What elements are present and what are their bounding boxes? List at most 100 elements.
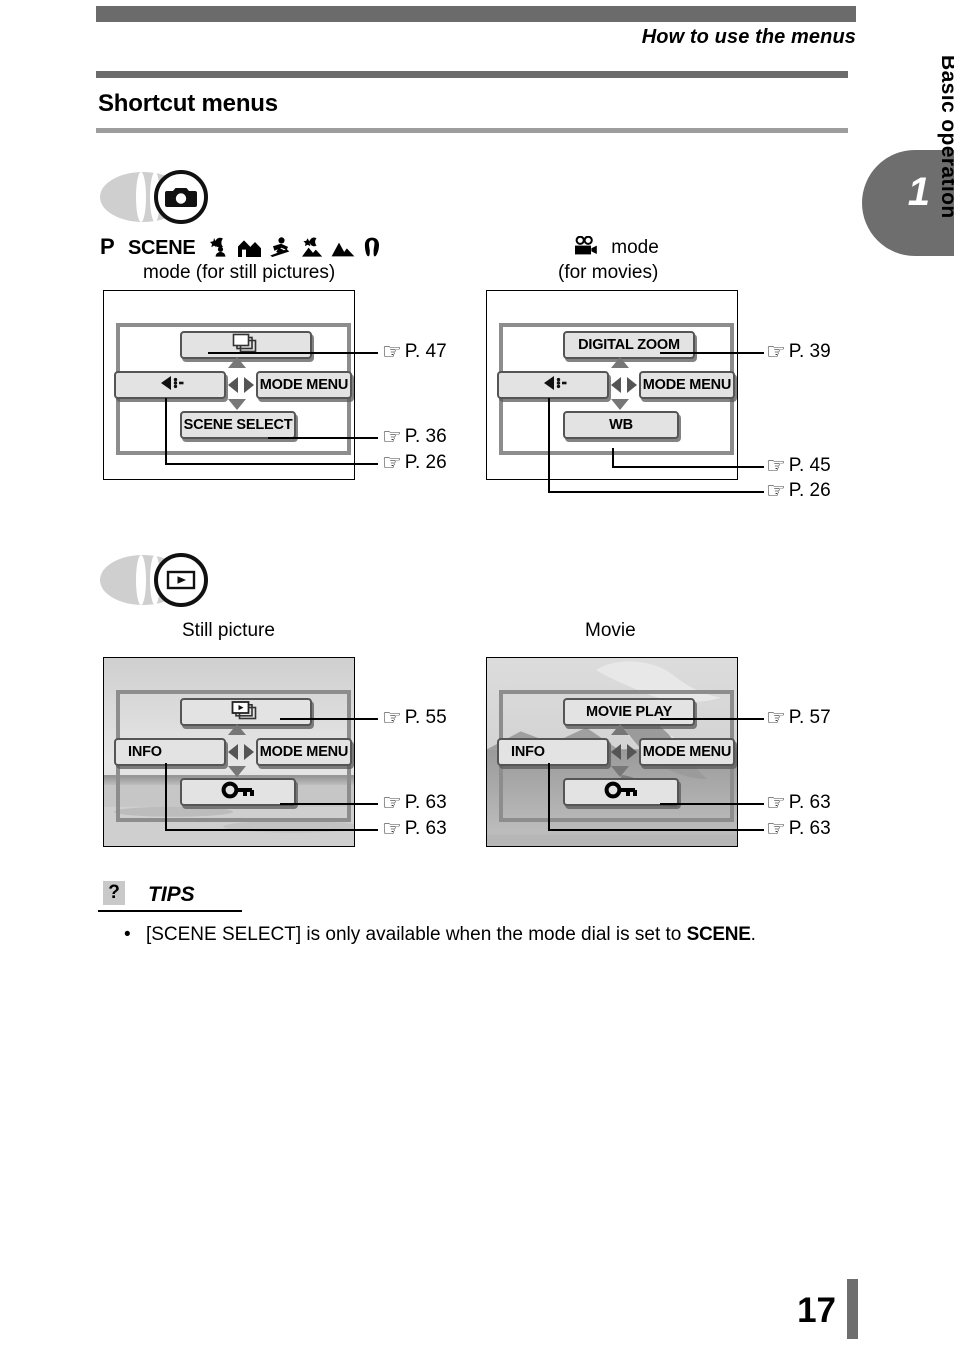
- movie-mode-caption-2: (for movies): [558, 262, 659, 283]
- page-ref-p45-text: P. 45: [788, 455, 831, 476]
- leader-line-p36: [268, 437, 378, 439]
- badge-streak-1: [136, 172, 146, 222]
- cursor-down-arrow-pb-still: [228, 766, 246, 777]
- leader-line-p63c: [660, 803, 764, 805]
- page-title: Shortcut menus: [98, 90, 278, 117]
- landscape-icon: [331, 237, 355, 263]
- flash-mode-button-movie[interactable]: [497, 371, 609, 399]
- mode-scene-label: SCENE: [127, 237, 196, 259]
- cursor-left-arrow-still: [228, 377, 238, 393]
- movie-mode-row: mode: [574, 235, 659, 262]
- mode-menu-button-pb-movie[interactable]: MODE MENU: [639, 738, 735, 766]
- mode-menu-button-still[interactable]: MODE MENU: [256, 371, 352, 399]
- night-scene-icon: [300, 237, 324, 263]
- cursor-right-arrow-movie: [627, 377, 637, 393]
- info-button-movie[interactable]: INFO: [497, 738, 609, 766]
- indoor-icon: [237, 237, 262, 263]
- cursor-left-arrow-pb-movie: [611, 744, 621, 760]
- cursor-right-arrow-still: [244, 377, 254, 393]
- cursor-left-arrow-movie: [611, 377, 621, 393]
- flash-mode-icon: [155, 375, 185, 395]
- cursor-left-arrow-pb-still: [228, 744, 238, 760]
- tips-text-suffix: .: [750, 924, 756, 945]
- still-shooting-screen: MODE MENU SCENE SELECT: [103, 290, 355, 480]
- pointing-hand-icon: ☞: [382, 450, 402, 475]
- protect-button-movie[interactable]: [563, 778, 679, 806]
- playback-movie-caption: Movie: [585, 620, 636, 641]
- section-rule-dark: [96, 71, 848, 78]
- flash-mode-icon: [538, 375, 568, 395]
- page-ref-p36-text: P. 36: [404, 426, 447, 447]
- night-portrait-icon: [209, 237, 231, 263]
- page-ref-p39: ☞ P. 39: [766, 341, 831, 363]
- page-ref-p47: ☞ P. 47: [382, 341, 447, 363]
- leader-line-p57: [660, 718, 764, 720]
- leader-line-p63d-v: [548, 763, 550, 831]
- cursor-up-arrow-movie: [611, 357, 629, 368]
- page-ref-p63-still-left: ☞ P. 63: [382, 818, 447, 840]
- page-ref-p63b-text: P. 63: [404, 818, 447, 839]
- page-number-bar: [847, 1279, 858, 1339]
- mode-p-label: P: [100, 234, 115, 259]
- sports-icon: [269, 237, 293, 263]
- cursor-up-arrow-pb-movie: [611, 724, 629, 735]
- movie-playback-screen: MOVIE PLAY INFO MODE MENU: [486, 657, 738, 847]
- leader-line-p63b-h: [165, 829, 378, 831]
- tips-keyword: SCENE: [686, 924, 751, 945]
- drive-mode-button[interactable]: [180, 331, 312, 359]
- still-mode-icons-row: P SCENE: [100, 234, 382, 263]
- cursor-up-arrow-pb-still: [228, 724, 246, 735]
- leader-line-p26-h: [165, 463, 378, 465]
- playback-icon: [154, 553, 208, 607]
- badge-streak-1: [136, 555, 146, 605]
- tips-text-prefix: [SCENE SELECT] is only available when th…: [145, 924, 687, 945]
- digital-zoom-button[interactable]: DIGITAL ZOOM: [563, 331, 695, 359]
- tips-bullet: •: [124, 924, 131, 945]
- section-rule-light: [96, 128, 848, 133]
- leader-line-p55: [280, 718, 378, 720]
- protect-button-still[interactable]: [180, 778, 296, 806]
- page-ref-p45: ☞ P. 45: [766, 455, 831, 477]
- page-ref-p55-text: P. 55: [404, 707, 447, 728]
- leader-line-p39: [660, 352, 764, 354]
- page-ref-p26-movie: ☞ P. 26: [766, 480, 831, 502]
- movie-play-button[interactable]: MOVIE PLAY: [563, 698, 695, 726]
- info-button-still[interactable]: INFO: [114, 738, 226, 766]
- chapter-label: Basic operation: [937, 55, 954, 219]
- slideshow-button[interactable]: [180, 698, 312, 726]
- protect-key-icon: [604, 781, 638, 803]
- pointing-hand-icon: ☞: [382, 424, 402, 449]
- tips-bullet-item: • [SCENE SELECT] is only available when …: [124, 924, 756, 946]
- page-ref-p47-text: P. 47: [404, 341, 447, 362]
- scene-select-button[interactable]: SCENE SELECT: [180, 411, 296, 439]
- shooting-mode-badge: [100, 170, 218, 224]
- pointing-hand-icon: ☞: [382, 705, 402, 730]
- pointing-hand-icon: ☞: [766, 790, 786, 815]
- leader-line-p63b-v: [165, 763, 167, 831]
- camera-icon: [154, 170, 208, 224]
- playback-mode-badge: [100, 553, 218, 607]
- page-ref-p63-still-bottom: ☞ P. 63: [382, 792, 447, 814]
- page-number: 17: [797, 1291, 836, 1330]
- mode-menu-button-pb-still[interactable]: MODE MENU: [256, 738, 352, 766]
- self-portrait-icon: [362, 237, 382, 263]
- slideshow-icon: [231, 700, 261, 724]
- leader-line-p45-h: [612, 466, 764, 468]
- page-ref-p26-movie-text: P. 26: [788, 480, 831, 501]
- leader-line-p26m-v: [548, 398, 550, 493]
- cursor-down-arrow-still: [228, 399, 246, 410]
- pointing-hand-icon: ☞: [766, 339, 786, 364]
- leader-line-p47: [208, 352, 378, 354]
- mode-menu-button-movie[interactable]: MODE MENU: [639, 371, 735, 399]
- page-ref-p55: ☞ P. 55: [382, 707, 447, 729]
- pointing-hand-icon: ☞: [766, 816, 786, 841]
- cursor-up-arrow-still: [228, 357, 246, 368]
- pointing-hand-icon: ☞: [382, 790, 402, 815]
- still-playback-screen: INFO MODE MENU: [103, 657, 355, 847]
- page-ref-p39-text: P. 39: [788, 341, 831, 362]
- pointing-hand-icon: ☞: [766, 705, 786, 730]
- wb-button[interactable]: WB: [563, 411, 679, 439]
- flash-mode-button-still[interactable]: [114, 371, 226, 399]
- tips-question-icon: ?: [103, 881, 125, 905]
- leader-line-p26-v: [165, 398, 167, 465]
